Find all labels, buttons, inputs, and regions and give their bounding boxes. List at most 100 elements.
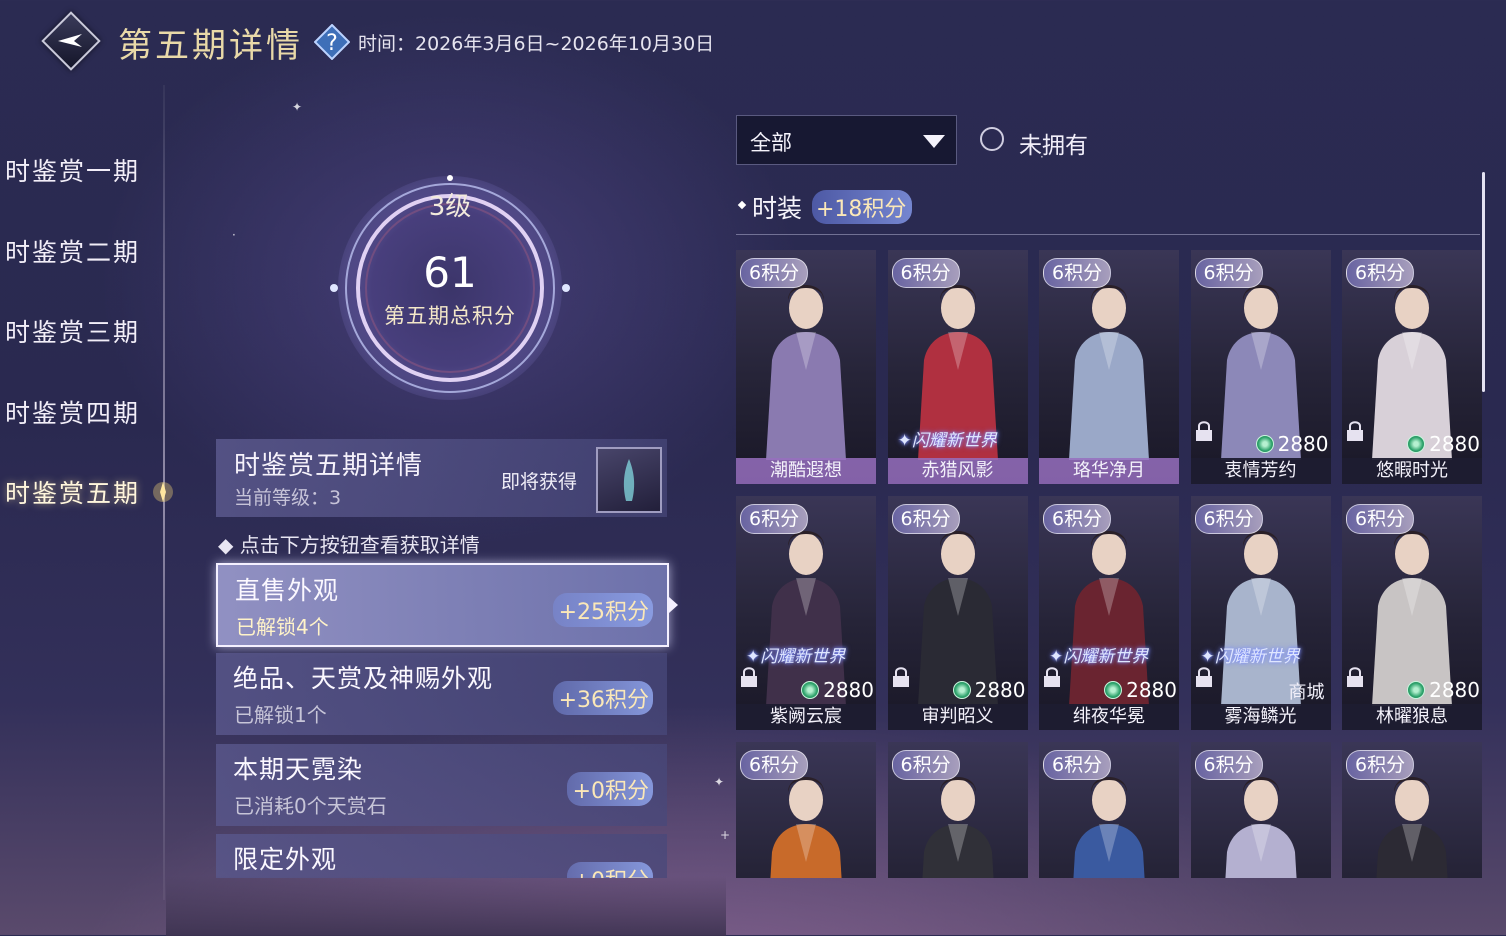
lock-icon: [1346, 666, 1364, 688]
category-title: 限定外观: [233, 845, 338, 874]
total-score-label: 第五期总积分: [384, 304, 516, 328]
category-dye[interactable]: 本期天霓染 已消耗0个天赏石 +0积分: [216, 744, 667, 826]
current-level-text: 当前等级：3: [234, 487, 342, 509]
outfit-card[interactable]: 6积分 2880 林曜狼息: [1342, 496, 1482, 730]
points-badge: 6积分: [740, 750, 809, 780]
price-tag: 2880: [952, 678, 1026, 702]
outfit-card[interactable]: 6积分 ✦闪耀新世界赤猎风影: [887, 250, 1028, 484]
level-text: 3级: [428, 192, 472, 222]
unowned-radio[interactable]: [980, 127, 1004, 151]
lock-icon: [1195, 666, 1213, 688]
hint-text: ◆ 点击下方按钮查看获取详情: [218, 533, 480, 557]
outfit-card[interactable]: 6积分 2880 悠暇时光: [1342, 250, 1482, 484]
detail-title: 时鉴赏五期详情: [234, 451, 424, 481]
filter-dropdown-value: 全部: [750, 131, 792, 155]
nav-item-period-1[interactable]: 时鉴赏一期: [5, 152, 140, 188]
sparkle-icon: ✦: [714, 775, 725, 789]
points-badge: 6积分: [1346, 504, 1415, 534]
section-divider: [736, 234, 1480, 235]
page-title: 第五期详情: [118, 26, 303, 66]
back-button[interactable]: [41, 11, 101, 71]
section-points-badge: +18积分: [812, 190, 913, 224]
price-value: 2880: [1277, 432, 1329, 456]
outfit-name: 审判昭义: [887, 704, 1028, 730]
points-badge: 6积分: [1194, 750, 1263, 780]
category-limited[interactable]: 限定外观 +0积分: [216, 834, 667, 878]
outfit-card[interactable]: 6积分 ✦闪耀新世界 商城 雾海鳞光: [1190, 496, 1331, 730]
points-badge: 6积分: [891, 750, 960, 780]
help-icon[interactable]: ?: [313, 23, 351, 61]
outfit-card[interactable]: 6积分: [887, 742, 1028, 878]
points-badge: 6积分: [1194, 504, 1263, 534]
category-premium[interactable]: 绝品、天赏及神赐外观 已解锁1个 +36积分: [216, 653, 667, 735]
category-title: 本期天霓染: [233, 755, 364, 784]
outfit-card[interactable]: 6积分 珞华净月: [1039, 250, 1179, 484]
outfit-card[interactable]: 6积分: [1190, 742, 1331, 878]
points-badge: 6积分: [740, 504, 809, 534]
date-range: 时间：2026年3月6日~2026年10月30日: [358, 33, 715, 55]
outfit-card[interactable]: 6积分 2880 衷情芳约: [1190, 250, 1331, 484]
price-tag: 2880: [1255, 432, 1329, 456]
unowned-radio-label[interactable]: 未拥有: [1019, 126, 1088, 160]
points-badge: 6积分: [740, 258, 809, 288]
outfit-name: 紫阙云宸: [736, 704, 876, 730]
jade-coin-icon: [952, 681, 971, 699]
period-detail-card[interactable]: 时鉴赏五期详情 当前等级：3 即将获得: [216, 439, 667, 517]
outfit-name: 绯夜华冕: [1039, 704, 1179, 730]
outfit-card[interactable]: 6积分: [736, 742, 876, 878]
price-value: 2880: [1126, 678, 1177, 702]
filter-dropdown[interactable]: 全部: [736, 115, 957, 165]
points-badge: 6积分: [1043, 504, 1112, 534]
outfit-card[interactable]: 6积分 ✦闪耀新世界 2880 紫阙云宸: [736, 496, 876, 730]
lock-icon: [1043, 666, 1061, 688]
outfit-card[interactable]: 6积分 潮酷遐想: [736, 250, 876, 484]
outfit-grid: 6积分 潮酷遐想 6积分 ✦闪耀新世界 赤猎风影 6积分 珞华净月 6积分 2880 衷情芳约 6积…: [736, 250, 1486, 878]
price-value: 2880: [1429, 432, 1480, 456]
shop-tag: 商城: [1288, 682, 1325, 703]
outfit-name: 雾海鳞光: [1190, 704, 1331, 730]
price-tag: 2880: [801, 678, 874, 702]
jade-coin-icon: [1407, 681, 1426, 699]
category-points-badge: +25积分: [552, 593, 653, 627]
svg-text:?: ?: [326, 31, 338, 56]
nav-item-period-4[interactable]: 时鉴赏四期: [5, 394, 140, 430]
coming-soon-label: 即将获得: [501, 471, 578, 493]
nav-item-period-5[interactable]: 时鉴赏五期: [5, 474, 140, 510]
outfit-name: 林曜狼息: [1342, 704, 1482, 730]
points-badge: 6积分: [1346, 258, 1415, 288]
lock-icon: [1195, 420, 1213, 442]
lock-icon: [1346, 420, 1364, 442]
price-tag: 2880: [1407, 678, 1480, 702]
outfit-card[interactable]: 6积分 ✦闪耀新世界 2880 绯夜华冕: [1039, 496, 1179, 730]
price-value: 2880: [823, 678, 874, 702]
outfit-card[interactable]: 6积分 2880 审判昭义: [887, 496, 1028, 730]
price-value: 2880: [974, 678, 1026, 702]
category-title: 绝品、天赏及神赐外观: [233, 664, 494, 693]
next-reward-thumbnail[interactable]: [596, 447, 662, 513]
sparkle-icon: +: [720, 828, 731, 842]
price-tag: 2880: [1407, 432, 1480, 456]
section-title: 时装: [752, 194, 803, 223]
jade-coin-icon: [1407, 435, 1426, 453]
outfit-name: 悠暇时光: [1342, 458, 1482, 484]
outfit-name: 赤猎风影: [887, 458, 1028, 484]
section-bullet-icon: [737, 200, 747, 210]
score-ring: 3级 61 第五期总积分: [320, 170, 580, 430]
nav-item-period-2[interactable]: 时鉴赏二期: [5, 233, 140, 269]
active-category-arrow-icon: [669, 597, 678, 613]
points-badge: 6积分: [891, 258, 960, 288]
outfit-card[interactable]: 6积分: [1342, 742, 1482, 878]
promo-tag: ✦闪耀新世界: [1049, 647, 1149, 667]
points-badge: 6积分: [1194, 258, 1263, 288]
sparkle-icon: ·: [232, 228, 236, 242]
promo-tag: ✦闪耀新世界: [746, 647, 846, 667]
outfit-card[interactable]: 6积分: [1039, 742, 1179, 878]
nav-active-marker-icon: [153, 482, 173, 502]
sparkle-icon: ✦: [292, 100, 303, 114]
category-direct-sale[interactable]: 直售外观 已解锁4个 +25积分: [216, 563, 669, 647]
category-points-badge: +0积分: [566, 772, 653, 806]
promo-tag: ✦闪耀新世界: [897, 431, 997, 451]
nav-item-period-3[interactable]: 时鉴赏三期: [5, 313, 140, 349]
price-value: 2880: [1429, 678, 1480, 702]
back-arrow-icon: [58, 34, 82, 47]
